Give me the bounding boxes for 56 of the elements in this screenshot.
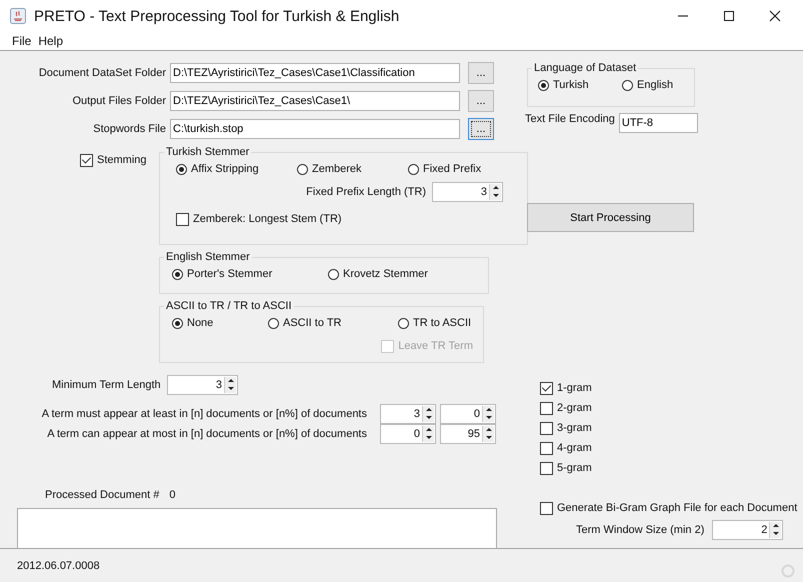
group-title: ASCII to TR / TR to ASCII <box>166 300 292 312</box>
group-title: Turkish Stemmer <box>166 146 250 158</box>
stemming-checkbox[interactable]: Stemming <box>80 152 147 168</box>
checkbox[interactable]: 2-gram <box>540 400 803 416</box>
spinner-field[interactable]: 0 <box>380 424 436 444</box>
field-label: Output Files Folder <box>71 95 167 107</box>
checkbox[interactable]: 1-gram <box>540 380 803 396</box>
maximize-icon[interactable] <box>723 10 735 22</box>
spinner-field[interactable]: 3 <box>380 404 436 424</box>
group-title: Language of Dataset <box>534 62 636 74</box>
checkbox[interactable]: Generate Bi-Gram Graph File for each Document <box>540 500 798 516</box>
checkbox[interactable]: 4-gram <box>540 440 803 456</box>
circle-icon <box>781 564 795 578</box>
radio-button[interactable]: ASCII to TR <box>268 315 398 331</box>
field-label: Fixed Prefix Length (TR) <box>306 186 426 198</box>
encoding-field[interactable]: UTF-8 <box>618 113 698 133</box>
start-button[interactable]: Start Processing <box>527 203 694 232</box>
spinner-field[interactable]: 3 <box>432 182 503 202</box>
spinner-field[interactable]: 3 <box>167 375 238 395</box>
path-field[interactable]: D:\TEZ\Ayristirici\Tez_Cases\Case1\ <box>170 91 460 111</box>
checkbox[interactable]: 5-gram <box>540 460 803 476</box>
spinner-field[interactable]: 0 <box>440 404 496 424</box>
browse-button[interactable]: ... <box>468 90 494 112</box>
field-label: Term Window Size (min 2) <box>576 524 704 536</box>
field-label: Minimum Term Length <box>52 379 162 391</box>
menu-item[interactable]: File <box>12 34 32 48</box>
radio-button[interactable]: English <box>602 77 686 93</box>
radio-button[interactable]: Zemberek <box>297 161 408 177</box>
radio-button[interactable]: Krovetz Stemmer <box>324 266 480 282</box>
version-text: 2012.06.07.0008 <box>17 560 100 572</box>
group-title: English Stemmer <box>166 251 250 263</box>
field-label: Document DataSet Folder <box>38 67 167 79</box>
radio-button[interactable]: Affix Stripping <box>168 161 297 177</box>
spinner-field[interactable]: 2 <box>712 520 784 540</box>
radio-button[interactable]: Turkish <box>536 77 602 93</box>
field-label: Processed Document # <box>45 489 160 501</box>
spinner-field[interactable]: 95 <box>440 424 496 444</box>
radio-button[interactable]: TR to ASCII <box>398 315 472 331</box>
radio-button[interactable]: Fixed Prefix <box>408 161 519 177</box>
app-icon <box>10 8 26 24</box>
path-field[interactable]: C:\turkish.stop <box>170 119 460 139</box>
menu-item[interactable]: Help <box>38 34 64 48</box>
browse-button[interactable]: ... <box>468 62 494 84</box>
browse-button[interactable]: ... <box>468 118 494 140</box>
field-label: Stopwords File <box>92 123 167 135</box>
checkbox[interactable]: 3-gram <box>540 420 803 436</box>
radio-button[interactable]: Porter's Stemmer <box>168 266 324 282</box>
radio-button[interactable]: None <box>168 315 268 331</box>
field-label: A term can appear at most in [n] documents or [n%] of documents <box>46 428 368 440</box>
field-label: Text File Encoding <box>525 113 615 125</box>
field-label: A term must appear at least in [n] documents or [n%] of documents <box>40 408 368 420</box>
checkbox[interactable]: Zemberek: Longest Stem (TR) <box>176 211 342 227</box>
path-field[interactable]: D:\TEZ\Ayristirici\Tez_Cases\Case1\Classification <box>170 63 460 83</box>
count-value: 0 <box>169 489 176 501</box>
window-title: PRETO - Text Preprocessing Tool for Turkish & English <box>34 8 400 24</box>
close-icon[interactable] <box>769 10 781 22</box>
